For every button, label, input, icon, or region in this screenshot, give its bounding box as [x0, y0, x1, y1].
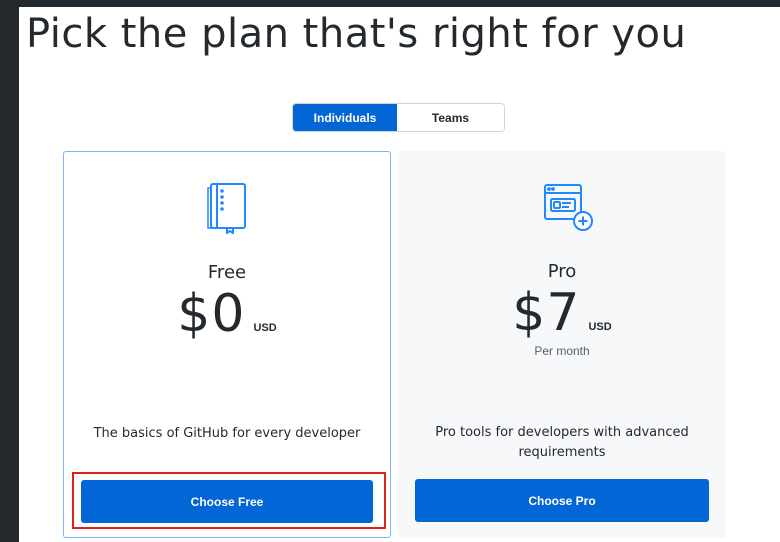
plan-price: $0 [177, 284, 246, 344]
plan-audience-toggle: Individuals Teams [292, 103, 505, 132]
book-icon [207, 183, 246, 234]
choose-pro-button[interactable]: Choose Pro [415, 479, 709, 522]
id-card-plus-icon [544, 184, 593, 231]
plan-price: $7 [512, 283, 581, 343]
pricing-page: Pick the plan that's right for you Indiv… [19, 7, 780, 542]
page-title: Pick the plan that's right for you [26, 11, 687, 57]
plan-description: The basics of GitHub for every developer [93, 426, 361, 441]
toggle-teams[interactable]: Teams [397, 104, 504, 131]
plan-icon-container [64, 182, 390, 234]
choose-free-button[interactable]: Choose Free [81, 480, 373, 523]
plan-period: Per month [534, 344, 590, 358]
plan-card-free: Free $0 USD The basics of GitHub for eve… [63, 151, 391, 538]
plan-description: Pro tools for developers with advanced r… [435, 425, 689, 460]
plan-name: Free [207, 262, 247, 283]
price-row: $0 USD [64, 284, 390, 344]
plan-icon-container [398, 181, 726, 233]
plan-name: Pro [547, 261, 577, 282]
price-row: $7 USD [398, 283, 726, 343]
plan-currency: USD [588, 321, 612, 333]
plan-currency: USD [253, 322, 277, 334]
toggle-individuals[interactable]: Individuals [293, 104, 397, 131]
plan-card-pro: Pro $7 USD Per month Pro tools for devel… [398, 151, 726, 538]
